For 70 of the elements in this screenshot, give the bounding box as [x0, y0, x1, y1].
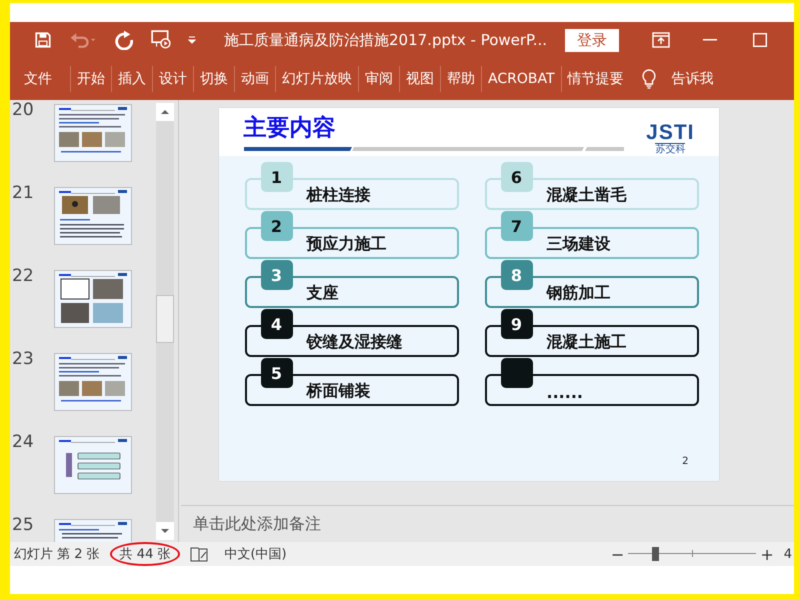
- slide-number: 23: [11, 351, 35, 368]
- topic-label: ......: [546, 383, 583, 402]
- ribbon-tab[interactable]: 帮助: [440, 66, 481, 92]
- dropdown-icon[interactable]: [188, 36, 196, 44]
- notes-icon[interactable]: [190, 546, 208, 562]
- slide-total: 共 44 张: [110, 542, 180, 566]
- slide-title: 主要内容: [244, 114, 336, 142]
- zoom-percentage[interactable]: 4: [784, 546, 792, 562]
- ribbon-tab[interactable]: 情节提要: [560, 66, 630, 92]
- window-title: 施工质量通病及防治措施2017.pptx - PowerP...: [224, 30, 548, 50]
- topic-label: 钢筋加工: [546, 283, 610, 304]
- topic-number: 6: [500, 162, 532, 192]
- topic-label: 桩柱连接: [306, 185, 370, 206]
- ribbon-tab[interactable]: 动画: [234, 66, 275, 92]
- notes-placeholder: 单击此处添加备注: [193, 514, 321, 534]
- maximize-icon[interactable]: [753, 33, 768, 47]
- save-icon[interactable]: [34, 31, 52, 49]
- topic-number: 3: [260, 260, 292, 290]
- slide-thumbnail[interactable]: [54, 270, 132, 328]
- ribbon-tab[interactable]: ACROBAT: [481, 66, 560, 92]
- topic-number: 7: [500, 211, 532, 241]
- topic-number: 9: [500, 309, 532, 339]
- slide-number: 24: [11, 434, 35, 451]
- ribbon-tab[interactable]: 文件: [18, 66, 58, 92]
- topic-label: 预应力施工: [306, 234, 386, 255]
- topic-number: 2: [260, 211, 292, 241]
- ribbon-display-icon[interactable]: [651, 32, 672, 48]
- redo-icon[interactable]: [114, 30, 134, 50]
- ribbon-tab[interactable]: 插入: [111, 66, 152, 92]
- slide-number: 20: [11, 102, 35, 119]
- sign-in-button[interactable]: 登录: [565, 28, 620, 52]
- ribbon-tab[interactable]: 设计: [152, 66, 193, 92]
- page-number: 2: [682, 456, 688, 467]
- ribbon-tab[interactable]: 视图: [399, 66, 440, 92]
- slideshow-icon[interactable]: [150, 30, 172, 50]
- logo-caption: 苏交科: [655, 143, 686, 156]
- ribbon-tab[interactable]: 审阅: [358, 66, 399, 92]
- zoom-thumb[interactable]: [652, 547, 660, 561]
- ribbon-tab[interactable]: 切换: [193, 66, 234, 92]
- topic-label: 支座: [306, 283, 338, 304]
- scroll-thumb[interactable]: [156, 295, 174, 343]
- topic-number: 4: [260, 309, 292, 339]
- topic-label: 混凝土凿毛: [546, 185, 626, 206]
- ribbon-tab[interactable]: 开始: [70, 66, 111, 92]
- ribbon-tab[interactable]: 幻灯片放映: [275, 66, 358, 92]
- topic-label: 桥面铺装: [306, 381, 370, 402]
- tell-me-button[interactable]: 告诉我: [666, 69, 720, 89]
- topic-number: 8: [500, 260, 532, 290]
- logo-text: JSTI: [646, 123, 694, 143]
- slide-counter: 幻灯片 第 2 张: [14, 546, 100, 563]
- topic-number: 1: [260, 162, 292, 192]
- slide-thumbnail[interactable]: [54, 436, 132, 494]
- topic-label: 铰缝及湿接缝: [306, 332, 402, 353]
- scroll-up-icon[interactable]: [156, 103, 174, 121]
- slide-number: 25: [11, 517, 35, 534]
- zoom-out-button[interactable]: −: [606, 544, 628, 564]
- language-label[interactable]: 中文(中国): [224, 545, 287, 563]
- slide-thumbnail[interactable]: [54, 104, 132, 162]
- slide-thumbnail[interactable]: [54, 187, 132, 245]
- zoom-slider[interactable]: [628, 546, 756, 562]
- slide-number: 21: [11, 185, 35, 202]
- lightbulb-icon[interactable]: [642, 69, 656, 89]
- topic-label: 三场建设: [546, 234, 610, 255]
- topic-label: 混凝土施工: [546, 332, 626, 353]
- topic-number: 5: [260, 358, 292, 388]
- zoom-in-button[interactable]: +: [756, 544, 778, 564]
- slide-number: 22: [11, 268, 35, 285]
- slide-thumbnail[interactable]: [54, 353, 132, 411]
- minimize-icon[interactable]: [703, 39, 718, 41]
- scroll-down-icon[interactable]: [156, 522, 174, 540]
